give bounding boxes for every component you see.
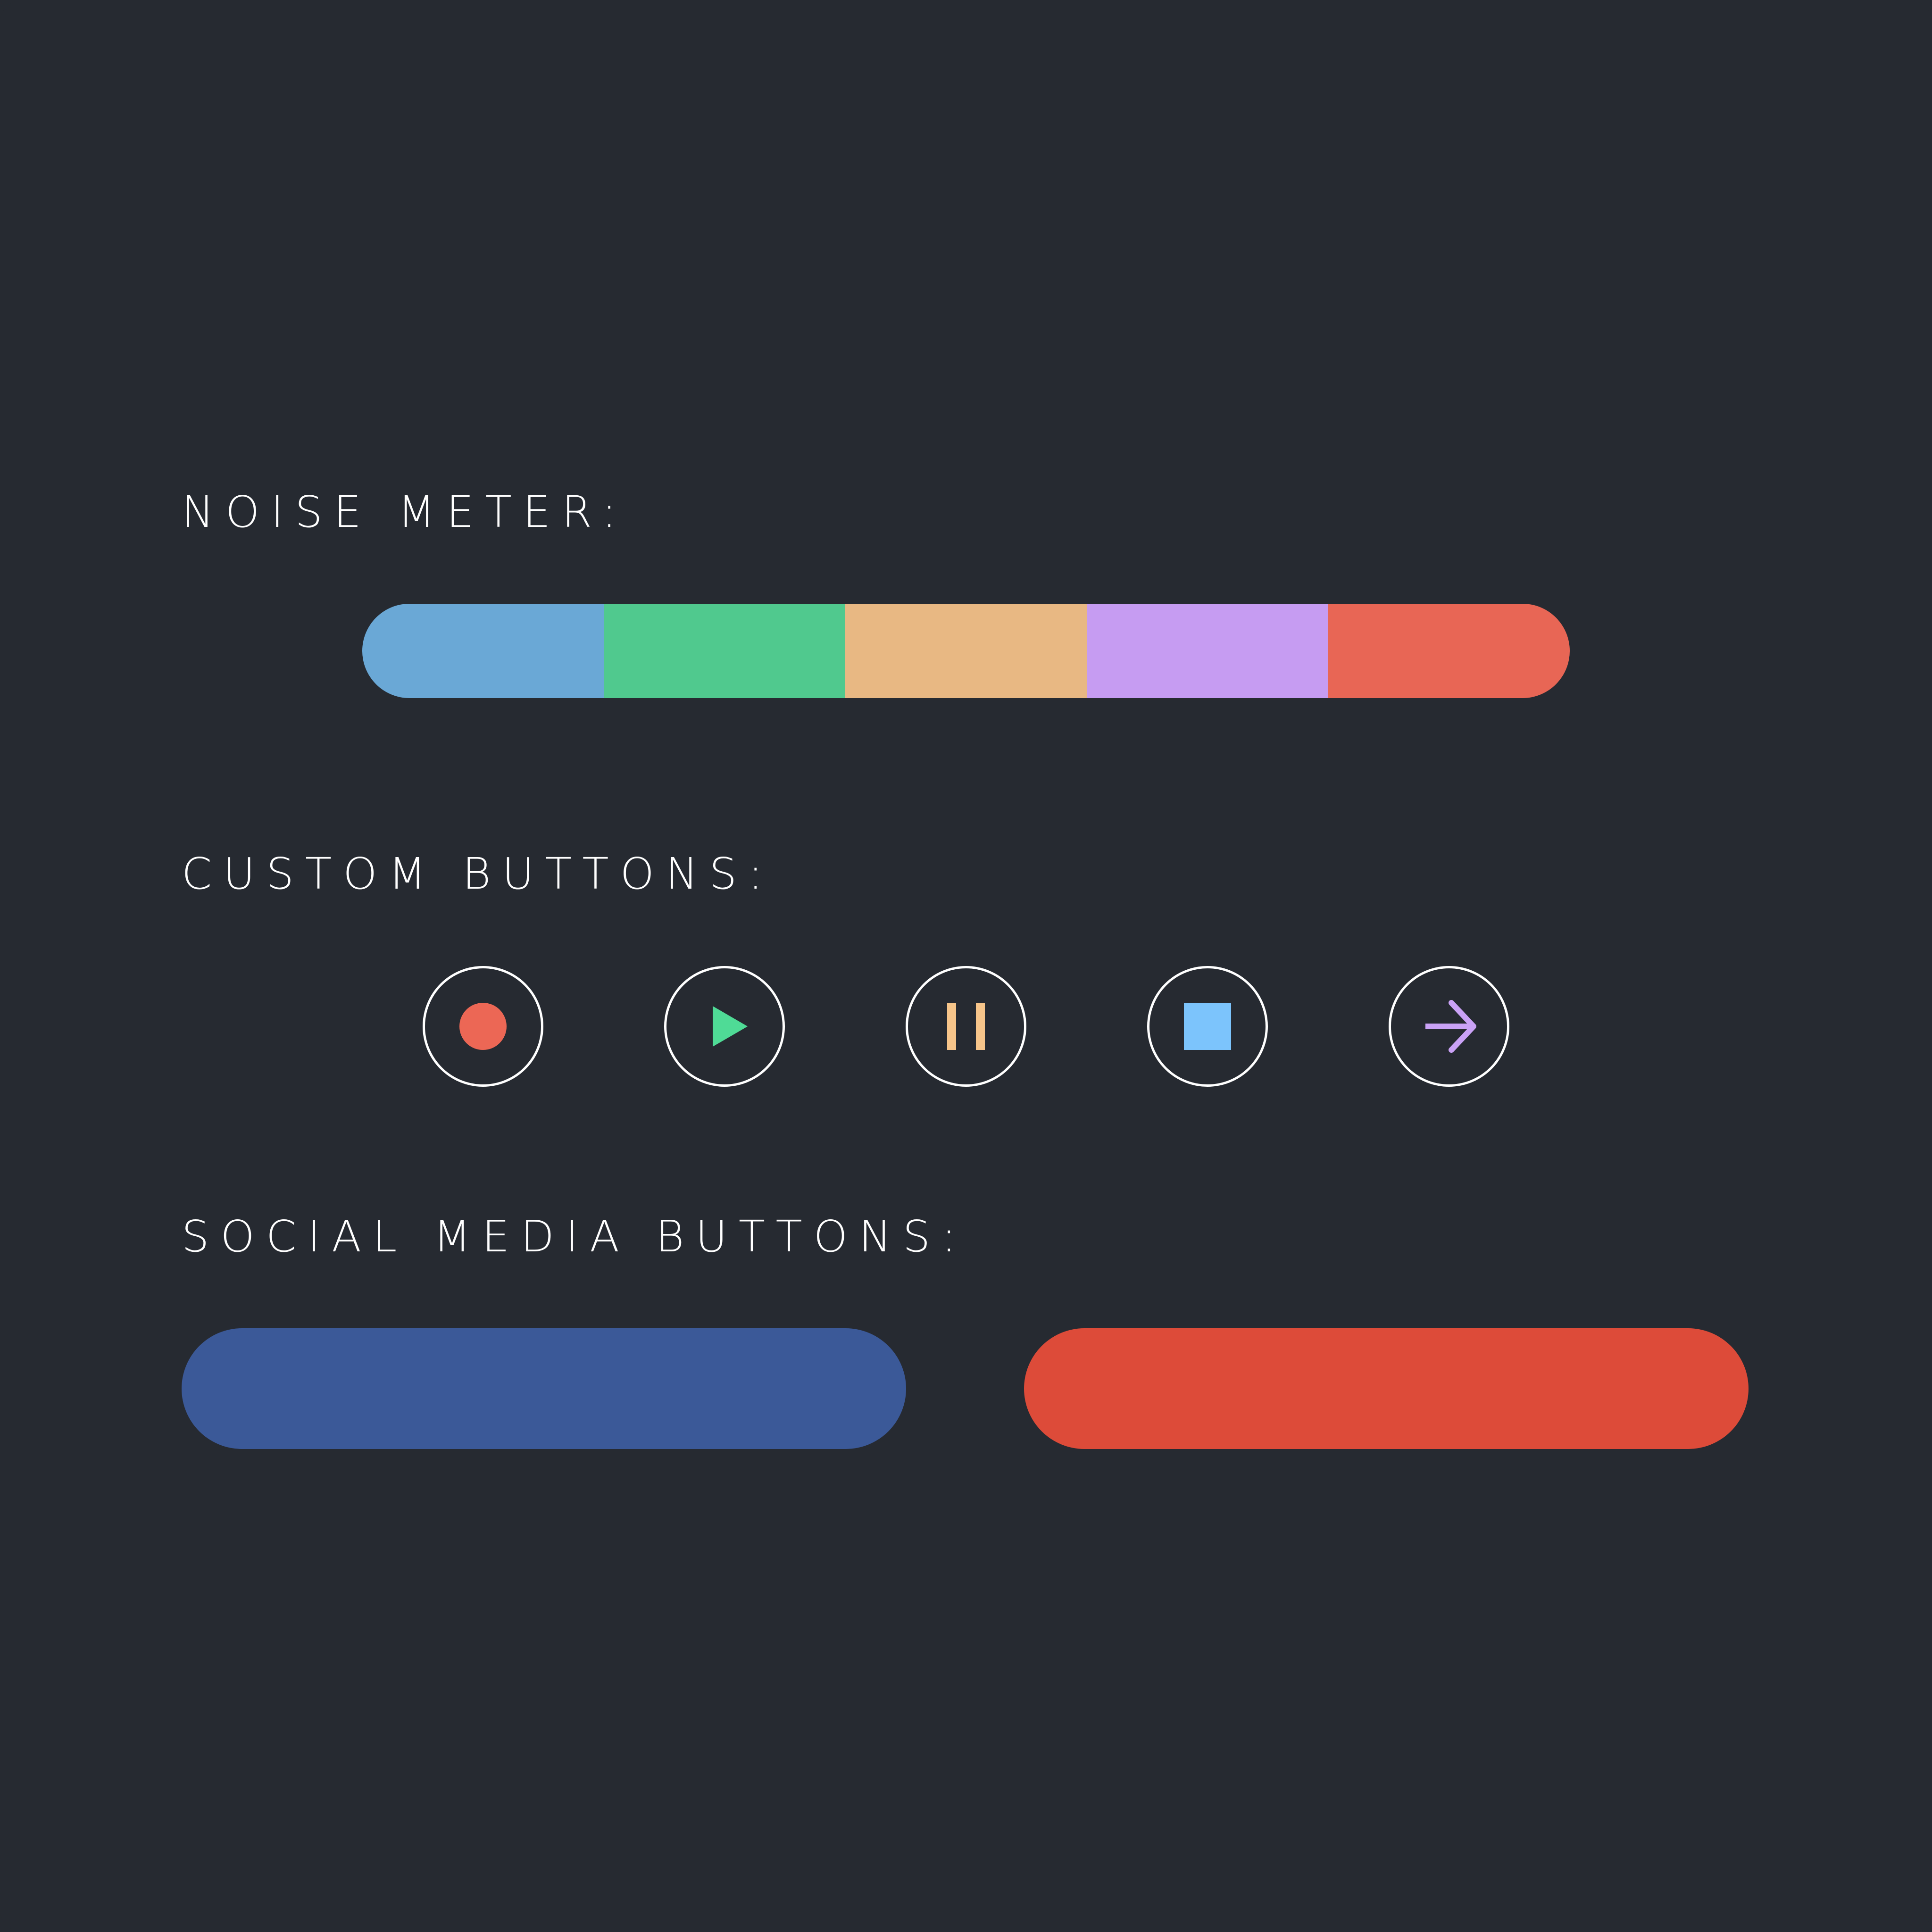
custom-buttons-heading: CUSTOM BUTTONS: bbox=[182, 849, 774, 899]
noise-meter-heading: NOISE METER: bbox=[182, 487, 628, 537]
stop-button[interactable] bbox=[1147, 966, 1268, 1087]
social-media-buttons-heading: SOCIAL MEDIA BUTTONS: bbox=[182, 1211, 968, 1262]
stop-icon bbox=[1184, 1003, 1231, 1050]
play-icon bbox=[713, 1006, 748, 1047]
custom-buttons-row bbox=[0, 966, 1932, 1087]
noise-meter bbox=[362, 604, 1570, 698]
arrow-right-icon bbox=[1425, 1000, 1476, 1053]
facebook-button[interactable] bbox=[182, 1328, 906, 1449]
noise-meter-segment-4 bbox=[1087, 604, 1328, 698]
google-plus-button[interactable] bbox=[1024, 1328, 1749, 1449]
play-button[interactable] bbox=[664, 966, 785, 1087]
noise-meter-segment-3 bbox=[845, 604, 1087, 698]
noise-meter-segment-2 bbox=[604, 604, 845, 698]
noise-meter-segment-5 bbox=[1328, 604, 1570, 698]
pause-icon bbox=[947, 1003, 985, 1050]
next-button[interactable] bbox=[1389, 966, 1509, 1087]
ui-kit-panel: NOISE METER: CUSTOM BUTTONS: SOCIAL MEDI… bbox=[0, 0, 1932, 1932]
pause-button[interactable] bbox=[906, 966, 1026, 1087]
record-button[interactable] bbox=[423, 966, 543, 1087]
noise-meter-segment-1 bbox=[362, 604, 604, 698]
record-icon bbox=[459, 1003, 507, 1050]
